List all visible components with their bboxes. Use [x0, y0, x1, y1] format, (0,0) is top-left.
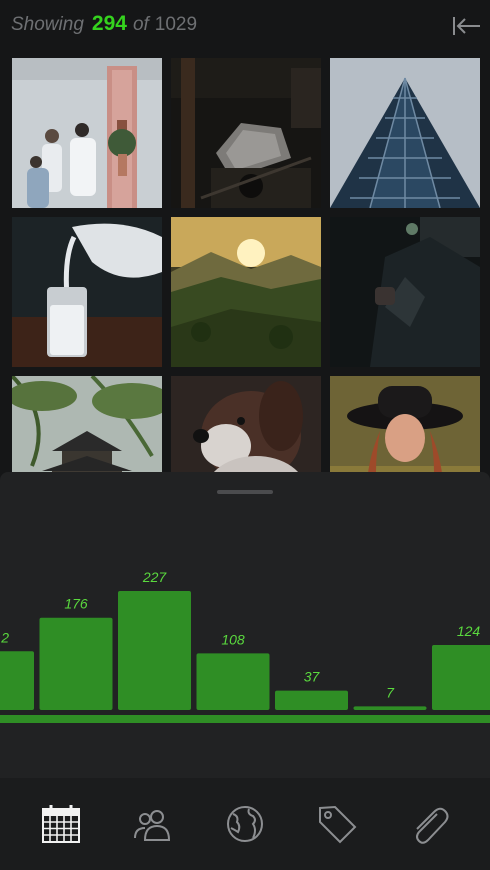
- tag-icon: [319, 805, 357, 844]
- histogram-bar[interactable]: [432, 644, 490, 710]
- timeline-scrubber[interactable]: [0, 715, 490, 723]
- timeline-sheet[interactable]: 2 176 227 108 37 7 124: [0, 472, 490, 778]
- histogram-bar-label: 7: [386, 684, 395, 700]
- photo-dark-jacket[interactable]: [330, 217, 480, 367]
- histogram-bar[interactable]: [0, 651, 34, 710]
- histogram-bar-label: 124: [457, 623, 481, 639]
- histogram-bar[interactable]: [275, 690, 348, 710]
- histogram-bar-label: 176: [64, 596, 88, 612]
- photo-count: Showing 294 of 1029: [11, 12, 197, 36]
- nav-places[interactable]: [223, 802, 267, 846]
- paperclip-icon: [416, 807, 449, 844]
- photo-couple-by-door[interactable]: [12, 58, 162, 208]
- people-icon: [134, 810, 171, 841]
- collapse-left-icon[interactable]: [452, 14, 482, 38]
- shown-count: 294: [91, 12, 127, 35]
- calendar-icon: [42, 805, 80, 843]
- header-bar: Showing 294 of 1029: [0, 0, 490, 52]
- photo-wrecked-car[interactable]: [171, 58, 321, 208]
- showing-word: Showing: [11, 14, 84, 35]
- total-count: 1029: [154, 14, 198, 35]
- nav-people[interactable]: [131, 802, 175, 846]
- of-word: of: [132, 14, 149, 35]
- photo-building-perspective[interactable]: [330, 58, 480, 208]
- nav-tags[interactable]: [315, 802, 359, 846]
- nav-attachments[interactable]: [407, 802, 451, 846]
- histogram-bar[interactable]: [39, 617, 113, 710]
- drag-handle[interactable]: [217, 490, 273, 494]
- histogram-bar[interactable]: [196, 653, 270, 710]
- histogram-bar-label: 37: [304, 669, 321, 685]
- histogram-bar-label: 2: [0, 629, 9, 645]
- photo-mountain-sunset[interactable]: [171, 217, 321, 367]
- gallery-app: Showing 294 of 1029 2 176 227 108 37 7 1…: [0, 0, 490, 870]
- histogram-bar-label: 227: [142, 569, 168, 585]
- histogram-bar-label: 108: [221, 631, 245, 647]
- timeline-histogram: 2 176 227 108 37 7 124: [0, 569, 490, 710]
- photo-milk-pour[interactable]: [12, 217, 162, 367]
- bottom-nav: [0, 778, 490, 870]
- histogram-bar[interactable]: [118, 591, 191, 710]
- histogram-bar[interactable]: [353, 706, 427, 710]
- nav-calendar[interactable]: [39, 802, 83, 846]
- globe-icon: [227, 806, 263, 842]
